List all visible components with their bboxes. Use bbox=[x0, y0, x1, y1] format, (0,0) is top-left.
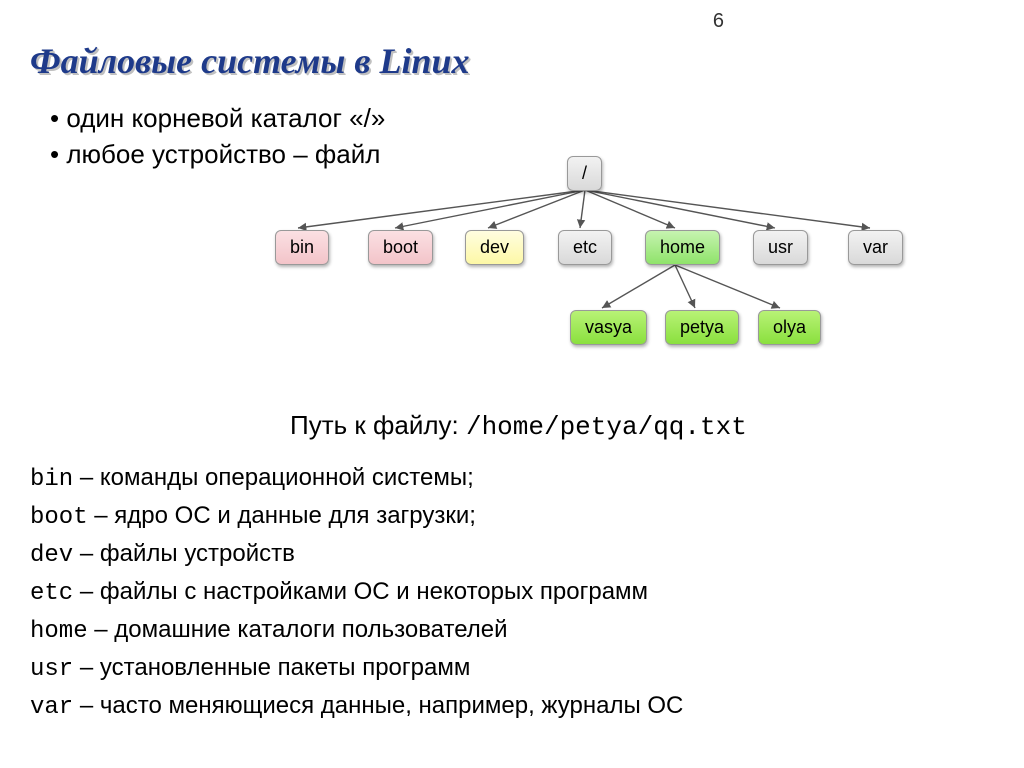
node-bin: bin bbox=[275, 230, 329, 265]
def-key: var bbox=[30, 694, 73, 721]
def-key: usr bbox=[30, 656, 73, 683]
def-key: boot bbox=[30, 504, 88, 531]
def-desc: установленные пакеты программ bbox=[100, 654, 470, 681]
def-row: bin – команды операционной системы; bbox=[30, 460, 683, 498]
node-dev: dev bbox=[465, 230, 524, 265]
def-sep: – bbox=[73, 654, 100, 681]
def-row: home – домашние каталоги пользователей bbox=[30, 612, 683, 650]
node-home: home bbox=[645, 230, 720, 265]
path-value: /home/petya/qq.txt bbox=[466, 412, 747, 442]
node-vasya: vasya bbox=[570, 310, 647, 345]
def-row: boot – ядро ОС и данные для загрузки; bbox=[30, 498, 683, 536]
def-row: var – часто меняющиеся данные, например,… bbox=[30, 688, 683, 726]
path-label: Путь к файлу: bbox=[290, 410, 466, 440]
def-desc: домашние каталоги пользователей bbox=[114, 616, 507, 643]
def-desc: ядро ОС и данные для загрузки; bbox=[114, 502, 476, 529]
def-key: bin bbox=[30, 466, 73, 493]
def-sep: – bbox=[73, 540, 100, 567]
def-desc: часто меняющиеся данные, например, журна… bbox=[100, 692, 683, 719]
def-sep: – bbox=[88, 616, 115, 643]
def-sep: – bbox=[73, 578, 100, 605]
tree-arrows bbox=[260, 140, 980, 420]
def-sep: – bbox=[73, 692, 100, 719]
def-desc: команды операционной системы; bbox=[100, 464, 474, 491]
node-usr: usr bbox=[753, 230, 808, 265]
def-key: etc bbox=[30, 580, 73, 607]
def-desc: файлы устройств bbox=[100, 540, 295, 567]
definitions: bin – команды операционной системы; boot… bbox=[30, 460, 683, 726]
node-petya: petya bbox=[665, 310, 739, 345]
slide-title: Файловые системы в Linux bbox=[30, 40, 470, 82]
def-key: dev bbox=[30, 542, 73, 569]
node-etc: etc bbox=[558, 230, 612, 265]
def-row: etc – файлы с настройками ОС и некоторых… bbox=[30, 574, 683, 612]
node-boot: boot bbox=[368, 230, 433, 265]
file-path-line: Путь к файлу: /home/petya/qq.txt bbox=[290, 410, 747, 442]
node-var: var bbox=[848, 230, 903, 265]
def-row: usr – установленные пакеты программ bbox=[30, 650, 683, 688]
def-key: home bbox=[30, 618, 88, 645]
page-number: 6 bbox=[713, 10, 724, 33]
node-olya: olya bbox=[758, 310, 821, 345]
def-desc: файлы с настройками ОС и некоторых прогр… bbox=[100, 578, 648, 605]
node-root: / bbox=[567, 156, 602, 191]
bullet-item: один корневой каталог «/» bbox=[50, 100, 385, 136]
fs-tree-diagram: / bin boot dev etc home usr var vasya pe… bbox=[260, 140, 980, 420]
def-sep: – bbox=[73, 464, 100, 491]
def-row: dev – файлы устройств bbox=[30, 536, 683, 574]
def-sep: – bbox=[88, 502, 115, 529]
